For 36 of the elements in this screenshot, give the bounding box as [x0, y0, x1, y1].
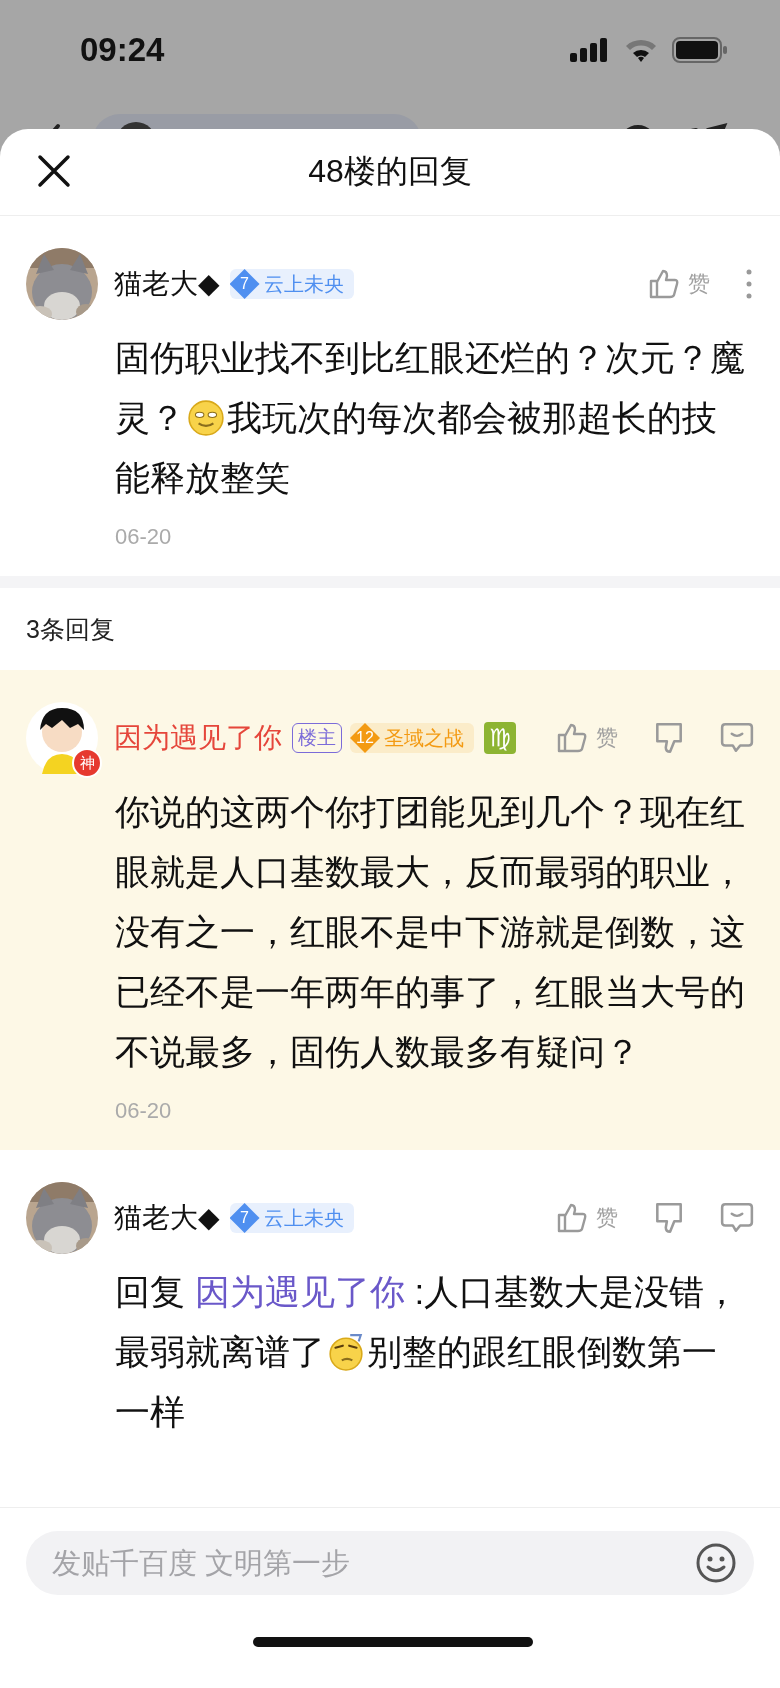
avatar-badge: 神	[72, 748, 102, 778]
smiley-emoji-icon	[187, 399, 225, 437]
zodiac-badge: ♍	[484, 722, 516, 754]
user-link[interactable]: 因为遇见了你	[194, 1272, 405, 1311]
comment-text: 固伤职业找不到比红眼还烂的？次元？魔灵？ 我玩次的每次都会被那超长的技能释放整笑	[115, 337, 746, 499]
op-tag: 楼主	[292, 723, 342, 753]
status-time: 09:24	[80, 31, 165, 69]
like-button[interactable]: 赞	[648, 268, 710, 300]
thinking-emoji-icon	[327, 1333, 365, 1371]
level-title: 云上未央	[263, 271, 344, 297]
level-number: 12	[356, 729, 374, 747]
level-number: 7	[240, 1209, 249, 1227]
reply-count: 3条回复	[25, 614, 116, 645]
like-button[interactable]: 赞	[556, 722, 618, 754]
wifi-icon	[624, 38, 658, 62]
more-icon[interactable]	[744, 269, 754, 299]
like-button[interactable]: 赞	[556, 1202, 618, 1234]
level-number: 7	[240, 275, 249, 293]
comment-date: 06-20	[115, 1097, 173, 1125]
comment-input[interactable]: 发贴千百度 文明第一步	[26, 1531, 754, 1595]
comment-icon[interactable]	[720, 721, 754, 755]
avatar-figure-icon	[26, 702, 98, 774]
close-button[interactable]	[36, 153, 72, 189]
comment-text: 你说的这两个你打团能见到几个？现在红眼就是人口基数最大，反而最弱的职业，没有之一，红眼不是中下游就是倒数，这已经不是一年两年的事了，红眼当大号的不说最多，固伤人数最多有疑问？	[115, 791, 746, 1073]
author-name[interactable]: 猫老大◆	[114, 1199, 220, 1237]
level-title: 圣域之战	[384, 725, 464, 751]
battery-icon	[672, 37, 728, 63]
author-name[interactable]: 猫老大◆	[114, 265, 220, 303]
level-title: 云上未央	[263, 1205, 344, 1231]
comment-text: 回复 因为遇见了你 :人口基数大是没错，最弱就离谱了 别整的跟红眼倒数第一一样	[115, 1271, 741, 1433]
comment-icon[interactable]	[720, 1201, 754, 1235]
emoji-icon[interactable]	[696, 1543, 736, 1583]
author-name[interactable]: 因为遇见了你	[114, 719, 282, 757]
signal-icon	[570, 38, 610, 62]
comment-date: 06-20	[115, 523, 173, 551]
sheet-title: 48楼的回复	[308, 152, 472, 191]
